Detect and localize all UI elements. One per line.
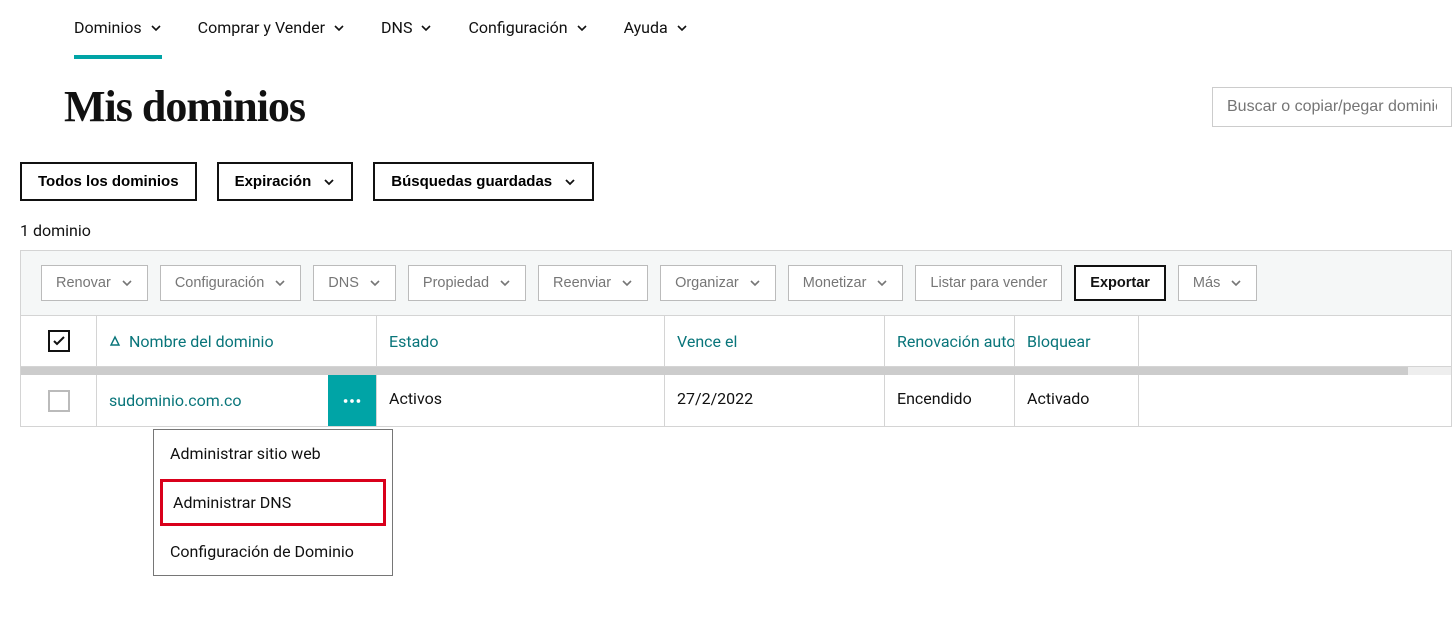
col-domain-name[interactable]: Nombre del dominio xyxy=(97,316,377,366)
tool-ownership[interactable]: Propiedad xyxy=(408,265,526,301)
chevron-down-icon xyxy=(1230,277,1242,289)
nav-ayuda[interactable]: Ayuda xyxy=(624,10,688,59)
nav-dns[interactable]: DNS xyxy=(381,10,432,59)
chevron-down-icon xyxy=(576,22,588,34)
table-header: Nombre del dominio Estado Vence el Renov… xyxy=(21,316,1451,367)
domain-link[interactable]: sudominio.com.co xyxy=(97,375,328,426)
filter-label: Expiración xyxy=(235,173,312,190)
bulk-toolbar: Renovar Configuración DNS Propiedad Reen… xyxy=(20,250,1452,316)
filter-label: Todos los dominios xyxy=(38,173,179,190)
chevron-down-icon xyxy=(499,277,511,289)
header-row: Mis dominios xyxy=(0,59,1452,132)
chevron-down-icon xyxy=(564,176,576,188)
chevron-down-icon xyxy=(876,277,888,289)
top-nav: Dominios Comprar y Vender DNS Configurac… xyxy=(0,0,1452,59)
chevron-down-icon xyxy=(150,22,162,34)
row-lock: Activado xyxy=(1015,375,1139,426)
filter-expiration[interactable]: Expiración xyxy=(217,162,354,201)
domain-count: 1 dominio xyxy=(0,201,1452,250)
tool-list-sell[interactable]: Listar para vender xyxy=(915,265,1062,301)
page-title: Mis dominios xyxy=(64,81,305,132)
checkbox-empty-icon xyxy=(48,390,70,412)
row-select[interactable] xyxy=(21,375,97,426)
row-autorenew: Encendido xyxy=(885,375,1015,426)
horizontal-scrollbar[interactable] xyxy=(21,367,1451,375)
chevron-down-icon xyxy=(749,277,761,289)
row-context-menu: Administrar sitio web Administrar DNS Co… xyxy=(153,429,393,576)
sort-asc-icon xyxy=(109,335,121,347)
chevron-down-icon xyxy=(420,22,432,34)
row-expires: 27/2/2022 xyxy=(665,375,885,426)
chevron-down-icon xyxy=(621,277,633,289)
tool-more[interactable]: Más xyxy=(1178,265,1257,301)
filter-bar: Todos los dominios Expiración Búsquedas … xyxy=(0,132,1452,201)
col-lock[interactable]: Bloquear xyxy=(1015,316,1139,366)
chevron-down-icon xyxy=(274,277,286,289)
search-input[interactable] xyxy=(1212,87,1452,127)
tool-dns[interactable]: DNS xyxy=(313,265,396,301)
nav-comprar[interactable]: Comprar y Vender xyxy=(198,10,345,59)
checkbox-checked-icon xyxy=(48,330,70,352)
row-state: Activos xyxy=(377,375,665,426)
tool-renew[interactable]: Renovar xyxy=(41,265,148,301)
col-state[interactable]: Estado xyxy=(377,316,665,366)
nav-config[interactable]: Configuración xyxy=(468,10,587,59)
chevron-down-icon xyxy=(676,22,688,34)
chevron-down-icon xyxy=(121,277,133,289)
nav-label: Configuración xyxy=(468,18,567,37)
nav-label: Ayuda xyxy=(624,18,668,37)
scroll-thumb[interactable] xyxy=(21,367,1408,375)
nav-label: Comprar y Vender xyxy=(198,18,325,37)
more-horizontal-icon xyxy=(341,390,363,412)
filter-all-domains[interactable]: Todos los dominios xyxy=(20,162,197,201)
domains-table: Nombre del dominio Estado Vence el Renov… xyxy=(20,316,1452,427)
col-autorenew[interactable]: Renovación automática xyxy=(885,316,1015,366)
ctx-domain-config[interactable]: Configuración de Dominio xyxy=(154,528,392,575)
row-actions-button[interactable] xyxy=(328,375,376,426)
row-spacer xyxy=(1139,375,1451,426)
nav-label: Dominios xyxy=(74,18,142,37)
filter-label: Búsquedas guardadas xyxy=(391,173,552,190)
ctx-manage-site[interactable]: Administrar sitio web xyxy=(154,430,392,477)
tool-export[interactable]: Exportar xyxy=(1074,265,1166,301)
ctx-manage-dns[interactable]: Administrar DNS xyxy=(160,479,386,526)
col-expires[interactable]: Vence el xyxy=(665,316,885,366)
chevron-down-icon xyxy=(333,22,345,34)
tool-monetize[interactable]: Monetizar xyxy=(788,265,904,301)
row-domain-cell: sudominio.com.co xyxy=(97,375,377,426)
chevron-down-icon xyxy=(323,176,335,188)
nav-dominios[interactable]: Dominios xyxy=(74,10,162,59)
chevron-down-icon xyxy=(369,277,381,289)
col-spacer xyxy=(1139,316,1451,366)
tool-organize[interactable]: Organizar xyxy=(660,265,776,301)
tool-forward[interactable]: Reenviar xyxy=(538,265,648,301)
tool-config[interactable]: Configuración xyxy=(160,265,301,301)
nav-label: DNS xyxy=(381,18,412,37)
filter-saved-searches[interactable]: Búsquedas guardadas xyxy=(373,162,594,201)
table-row: sudominio.com.co Activos 27/2/2022 Encen… xyxy=(21,375,1451,427)
select-all-cell[interactable] xyxy=(21,316,97,366)
